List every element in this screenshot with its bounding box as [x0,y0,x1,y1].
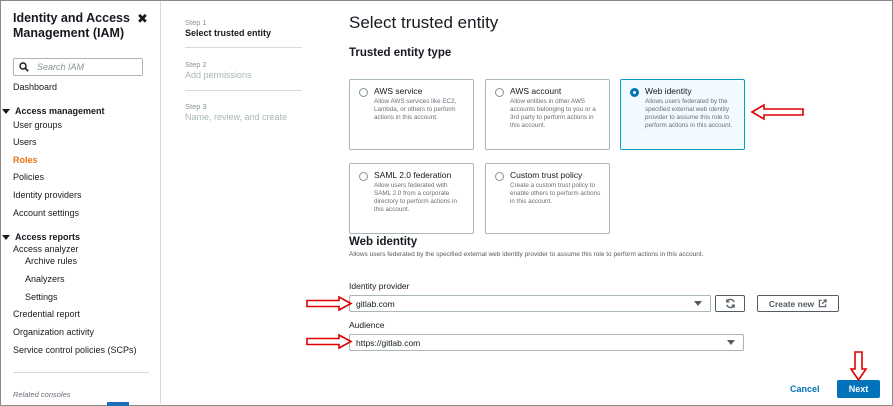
sidebar-title: Identity and Access Management (IAM) [13,11,130,40]
step-3-title: Name, review, and create [185,112,288,122]
sidebar-item-identity-providers[interactable]: Identity providers [13,190,82,200]
entity-card-aws-account[interactable]: AWS account Allow entities in other AWS … [485,79,610,150]
sidebar: Identity and Access Management (IAM) ✖ D… [1,1,161,404]
sidebar-item-archive-rules[interactable]: Archive rules [25,256,77,266]
annotation-arrow-right-icon [306,295,353,312]
sidebar-item-users[interactable]: Users [13,137,37,147]
identity-provider-label: Identity provider [349,281,410,291]
audience-value: https://gitlab.com [356,337,421,348]
close-icon[interactable]: ✖ [137,11,148,27]
step-1-title[interactable]: Select trusted entity [185,28,271,38]
card-title: AWS service [374,86,423,96]
step-3-label: Step 3 [185,102,207,111]
divider [185,47,302,48]
section-title-web-identity: Web identity [349,236,418,248]
sidebar-item-access-analyzer[interactable]: Access analyzer [13,244,79,254]
annotation-arrow-right-icon [306,333,353,350]
entity-card-saml-federation[interactable]: SAML 2.0 federation Allow users federate… [349,163,474,234]
radio-button[interactable] [495,88,504,97]
divider [185,90,302,91]
next-button[interactable]: Next [837,380,880,398]
card-description: Allow AWS services like EC2, Lambda, or … [374,98,457,121]
audience-select[interactable]: https://gitlab.com [349,334,744,351]
create-new-label: Create new [768,298,815,309]
step-1-label: Step 1 [185,18,207,27]
sidebar-section-access-reports[interactable]: Access reports [2,232,80,242]
search-input[interactable] [37,62,137,72]
chevron-down-icon [727,340,735,345]
step-2-title: Add permissions [185,70,252,80]
chevron-down-icon [694,301,702,306]
sidebar-item-user-groups[interactable]: User groups [13,120,62,130]
sidebar-item-roles[interactable]: Roles [13,155,38,165]
sidebar-item-policies[interactable]: Policies [13,172,44,182]
sidebar-item-analyzers[interactable]: Analyzers [25,274,65,284]
page-title: Select trusted entity [349,13,499,32]
card-title: SAML 2.0 federation [374,170,452,180]
scroll-indicator [107,402,129,406]
audience-label: Audience [349,320,385,330]
identity-provider-select[interactable]: gitlab.com [349,295,711,312]
card-title: Web identity [645,86,692,96]
annotation-arrow-left-icon [750,103,804,121]
entity-card-custom-trust-policy[interactable]: Custom trust policy Create a custom trus… [485,163,610,234]
sidebar-item-settings[interactable]: Settings [25,292,58,302]
caret-down-icon [2,108,10,114]
card-description: Allows users federated by the specified … [645,98,733,129]
radio-button-selected[interactable] [630,88,639,97]
sidebar-item-account-settings[interactable]: Account settings [13,208,79,218]
sidebar-item-dashboard[interactable]: Dashboard [13,82,57,92]
card-title: AWS account [510,86,562,96]
cancel-button[interactable]: Cancel [790,384,820,394]
entity-card-web-identity[interactable]: Web identity Allows users federated by t… [620,79,745,150]
sidebar-section-label: Access management [15,106,105,116]
radio-button[interactable] [495,172,504,181]
radio-button[interactable] [359,88,368,97]
external-link-icon [818,299,827,308]
search-icon [19,62,29,72]
card-description: Create a custom trust policy to enable o… [510,182,601,205]
radio-button[interactable] [359,172,368,181]
step-2-label: Step 2 [185,60,207,69]
sidebar-search[interactable] [13,58,143,76]
sidebar-item-organization-activity[interactable]: Organization activity [13,327,94,337]
refresh-icon [725,298,735,309]
caret-down-icon [2,234,10,240]
related-consoles-label: Related consoles [13,390,71,399]
sidebar-item-credential-report[interactable]: Credential report [13,309,80,319]
sidebar-section-access-management[interactable]: Access management [2,106,105,116]
entity-card-aws-service[interactable]: AWS service Allow AWS services like EC2,… [349,79,474,150]
create-new-button[interactable]: Create new [757,295,839,312]
sidebar-section-label: Access reports [15,232,81,242]
identity-provider-value: gitlab.com [356,298,395,309]
annotation-arrow-down-icon [849,351,868,382]
section-title-entity-type: Trusted entity type [349,47,452,59]
divider [13,372,149,373]
web-identity-description: Allows users federated by the specified … [349,251,704,258]
card-description: Allow users federated with SAML 2.0 from… [374,182,457,213]
sidebar-item-scps[interactable]: Service control policies (SCPs) [13,345,137,355]
card-description: Allow entities in other AWS accounts bel… [510,98,596,129]
card-title: Custom trust policy [510,170,583,180]
refresh-button[interactable] [715,295,745,312]
